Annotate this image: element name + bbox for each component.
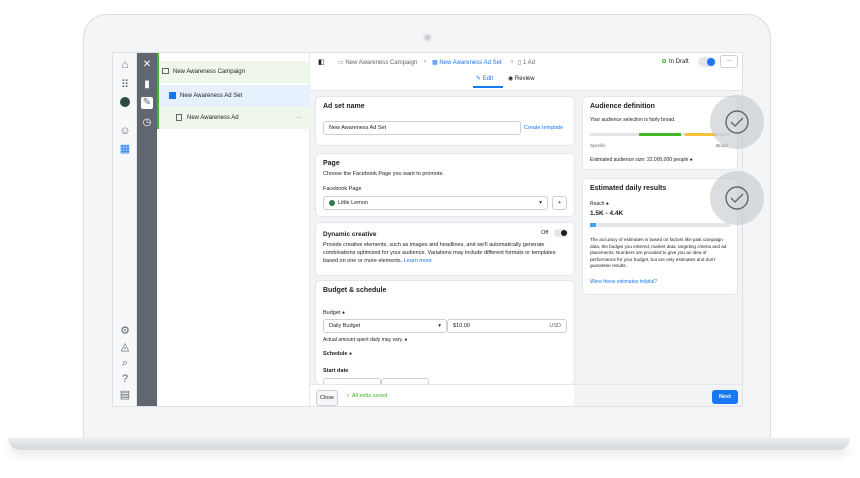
info-icon[interactable]: ● — [342, 310, 345, 316]
chevron-down-icon: ▾ — [438, 323, 441, 329]
chevron-down-icon: ▾ — [539, 200, 542, 206]
settings-icon[interactable]: ⚙ — [119, 325, 131, 337]
info-icon[interactable]: ● — [606, 201, 609, 207]
breadcrumb-separator-icon: › — [511, 59, 513, 65]
breadcrumb-campaign[interactable]: ▭ New Awareness Campaign — [338, 59, 417, 66]
audience-size: Estimated audience size: 22,000,000 peop… — [590, 157, 693, 163]
home-icon[interactable]: ⌂ — [119, 59, 131, 71]
check-icon — [725, 186, 749, 210]
account-avatar-icon[interactable] — [119, 97, 131, 109]
page-avatar-icon — [329, 199, 335, 206]
close-icon[interactable]: ✕ — [141, 59, 153, 71]
search-icon[interactable]: ⌕ — [119, 357, 131, 369]
tool-sidebar: ✕ ▮ ✎ ◷ — [137, 53, 157, 406]
adset-grid-icon — [169, 91, 176, 99]
ad-page-icon — [176, 113, 182, 121]
tree-item-campaign[interactable]: New Awareness Campaign — [157, 61, 310, 83]
budget-label: Budget ● — [323, 310, 345, 316]
daily-check-badge — [710, 171, 764, 225]
audience-meter-fill — [639, 133, 681, 136]
review-tab[interactable]: ◉ Review — [508, 75, 535, 82]
info-icon[interactable]: ● — [349, 351, 352, 357]
tree-status-stripe — [157, 53, 159, 129]
daily-results-title: Estimated daily results — [590, 185, 667, 192]
add-page-button[interactable]: + — [552, 196, 567, 210]
dynamic-creative-title: Dynamic creative — [323, 231, 377, 238]
folder-icon — [162, 68, 169, 75]
adset-name-input[interactable]: New Awareness Ad Set — [323, 121, 521, 135]
main-editor: ◧ ▭ New Awareness Campaign › ▦ New Aware… — [310, 53, 742, 406]
pencil-icon[interactable]: ✎ — [141, 97, 153, 109]
facebook-page-label: Facebook Page — [323, 186, 362, 192]
panel-toggle-icon[interactable]: ◧ — [318, 58, 325, 66]
create-template-link[interactable]: Create template — [524, 125, 563, 131]
dynamic-creative-toggle[interactable] — [554, 229, 568, 237]
grid-menu-icon[interactable]: ⠿ — [119, 79, 131, 91]
breadcrumb-ad[interactable]: ▯ 1 Ad — [518, 59, 535, 66]
more-options-button[interactable]: ··· — [720, 55, 738, 68]
reach-label: Reach ● — [590, 201, 609, 207]
estimates-helpful-link[interactable]: Were these estimates helpful? — [590, 279, 657, 285]
breadcrumb-separator-icon: › — [424, 59, 426, 65]
edit-tab[interactable]: ✎ Edit — [476, 75, 493, 82]
ads-manager-screen: ⌂ ⠿ ☺ ▦ ⚙ ◬ ⌕ ? ▤ ✕ ▮ ✎ ◷ New Awareness … — [112, 52, 743, 407]
save-status: ✓ All edits saved — [346, 393, 388, 399]
reach-meter-fill — [590, 223, 596, 227]
page-title: Page — [323, 160, 340, 167]
adset-name-card: Ad set name New Awareness Ad Set Create … — [316, 97, 574, 145]
bell-icon[interactable]: ◬ — [119, 341, 131, 353]
next-button[interactable]: Next — [712, 390, 738, 404]
clock-icon[interactable]: ◷ — [141, 117, 153, 129]
learn-more-link[interactable]: Learn more — [404, 258, 432, 264]
draft-toggle[interactable] — [698, 57, 716, 67]
budget-schedule-title: Budget & schedule — [323, 287, 387, 294]
editor-footer: Close ✓ All edits saved — [310, 384, 574, 406]
global-nav: ⌂ ⠿ ☺ ▦ ⚙ ◬ ⌕ ? ▤ — [113, 53, 137, 406]
tree-item-adset[interactable]: New Awareness Ad Set — [157, 85, 310, 107]
smiley-icon[interactable]: ☺ — [119, 125, 131, 137]
info-icon[interactable]: ● — [690, 157, 693, 163]
help-icon[interactable]: ? — [119, 373, 131, 385]
budget-note: Actual amount spent daily may vary. ● — [323, 337, 408, 343]
budget-amount-input[interactable]: $10.00 USD — [447, 319, 567, 333]
check-icon — [725, 110, 749, 134]
currency-label: USD — [549, 323, 561, 329]
audience-check-badge — [710, 95, 764, 149]
dynamic-creative-card: Dynamic creative Off Provide creative el… — [316, 223, 574, 275]
budget-schedule-card: Budget & schedule Budget ● Daily Budget ▾… — [316, 281, 574, 392]
estimates-disclaimer: The accuracy of estimates is based on fa… — [590, 237, 727, 268]
info-icon[interactable]: ● — [404, 337, 407, 343]
camera-icon — [423, 33, 432, 42]
specific-label: Specific — [590, 143, 606, 148]
campaign-tree: New Awareness Campaign New Awareness Ad … — [157, 53, 310, 406]
editor-topbar: ◧ ▭ New Awareness Campaign › ▦ New Aware… — [310, 53, 742, 91]
reach-meter — [590, 223, 730, 227]
audience-title: Audience definition — [590, 103, 655, 110]
draft-status: In Draft — [662, 59, 689, 65]
page-description: Choose the Facebook Page you want to pro… — [323, 171, 445, 177]
footer-right: Next — [574, 384, 742, 406]
dynamic-creative-description: Provide creative elements, such as image… — [323, 242, 556, 264]
page-card: Page Choose the Facebook Page you want t… — [316, 154, 574, 216]
audience-meter — [590, 133, 730, 136]
reach-value: 1.5K - 4.4K — [590, 210, 624, 217]
adset-name-title: Ad set name — [323, 103, 365, 110]
ad-more-button[interactable]: ··· — [296, 107, 302, 129]
start-date-label: Start date — [323, 368, 349, 374]
chart-icon[interactable]: ▮ — [141, 79, 153, 91]
table-icon[interactable]: ▦ — [119, 143, 131, 155]
breadcrumb-adset[interactable]: ▦ New Awareness Ad Set — [432, 59, 502, 66]
tree-item-ad[interactable]: New Awareness Ad ··· — [157, 107, 310, 129]
schedule-label: Schedule ● — [323, 351, 353, 357]
laptop-base — [8, 438, 850, 450]
facebook-page-select[interactable]: Little Lemon ▾ — [323, 196, 548, 210]
report-icon[interactable]: ▤ — [119, 389, 131, 401]
close-button[interactable]: Close — [316, 390, 338, 406]
budget-type-select[interactable]: Daily Budget ▾ — [323, 319, 447, 333]
edit-tab-indicator — [473, 86, 503, 88]
audience-subtitle: Your audience selection is fairly broad. — [590, 117, 676, 123]
dynamic-toggle-label: Off — [541, 230, 549, 236]
